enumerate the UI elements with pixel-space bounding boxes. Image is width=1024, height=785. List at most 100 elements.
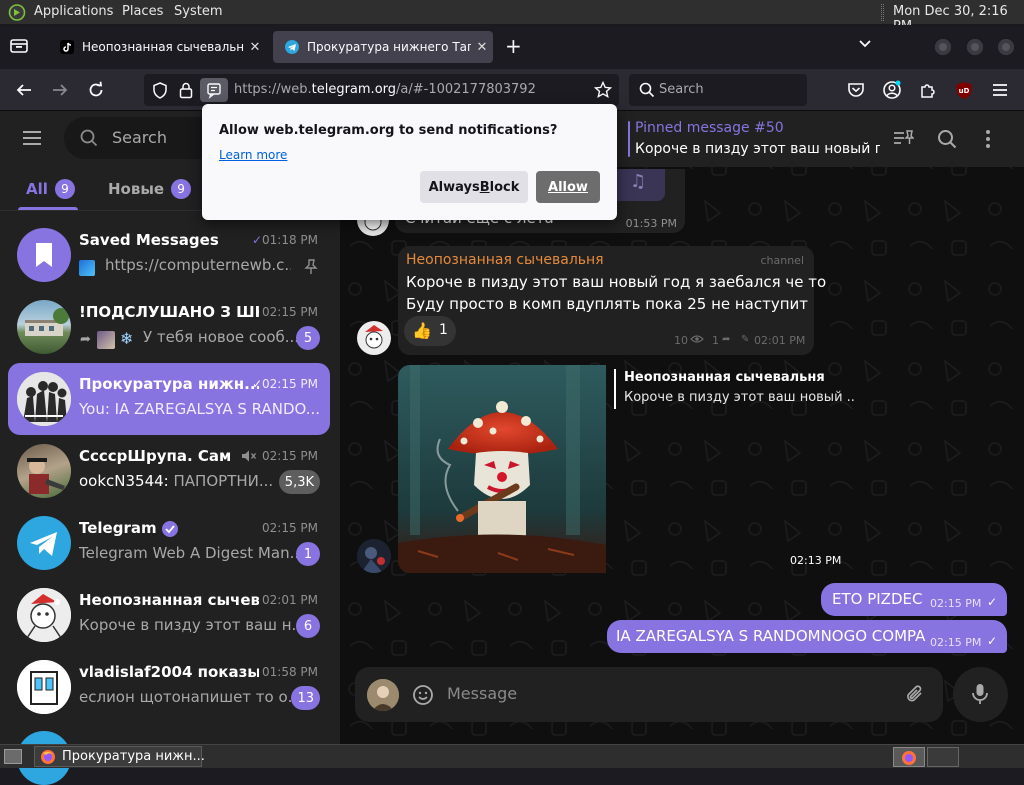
unread-badge: 1 <box>296 542 320 566</box>
message-text: IA ZAREGALSYA S RANDOMNOGO COMPA <box>616 627 926 645</box>
url-bar[interactable]: https://web.telegram.org/a/#-10021778037… <box>144 74 619 106</box>
search-placeholder: Search <box>112 128 167 147</box>
ublock-origin-icon[interactable]: uD <box>952 78 976 102</box>
chat-time: 02:15 PM <box>262 305 318 319</box>
main-menu-icon[interactable] <box>22 130 42 146</box>
more-options-icon[interactable] <box>985 129 991 149</box>
telegram-icon <box>285 40 299 54</box>
author-pen-icon: ✎ <box>741 334 750 345</box>
lock-icon[interactable] <box>179 82 193 99</box>
forward-arrow-icon[interactable] <box>48 78 72 102</box>
account-icon[interactable] <box>880 78 904 102</box>
close-tab-icon[interactable]: ✕ <box>244 40 266 55</box>
chat-name: !ПОДСЛУШАНО З ШК... <box>79 303 259 321</box>
tab-neopoznannaya[interactable]: Неопознанная сычевальня ✕ <box>48 31 266 63</box>
back-arrow-icon[interactable] <box>12 78 36 102</box>
block-label-pre: Always <box>428 179 480 195</box>
folder-tab-label: All <box>26 180 48 198</box>
search-bar[interactable]: Search <box>629 74 807 106</box>
outgoing-message[interactable]: IA ZAREGALSYA S RANDOMNOGO COMPA 02:15 P… <box>607 620 1007 653</box>
chat-preview: У тебя новое сооб... <box>143 328 300 346</box>
chat-row-telegram[interactable]: Telegram 02:15 PM Telegram Web A Digest … <box>8 507 330 579</box>
amanita-clown-image[interactable] <box>398 365 606 573</box>
chat-name: СсссрШрупа. Сам... <box>79 447 231 465</box>
preview-text: ПАПОРТНИ... <box>168 472 274 490</box>
extensions-puzzle-icon[interactable] <box>916 78 940 102</box>
image-reply-bubble[interactable]: Неопознанная сычевальня Короче в пизду э… <box>606 365 858 423</box>
firefox-view-icon[interactable] <box>9 37 29 55</box>
verified-badge-icon <box>161 520 179 538</box>
system-menu[interactable]: System <box>174 4 222 19</box>
search-icon <box>80 129 98 147</box>
folder-count-badge: 9 <box>171 179 192 199</box>
chat-row-prokuratura[interactable]: Прокуратура нижн... ✓ 02:15 PM You: IA Z… <box>8 363 330 435</box>
pinned-message-bar[interactable]: Pinned message #50 Короче в пизду этот в… <box>635 120 880 160</box>
forwarded-message-bubble[interactable]: Неопознанная сычевальня channel Короче в… <box>398 246 826 355</box>
music-note-icon: ♫ <box>630 171 647 192</box>
read-check-icon: ✓ <box>252 233 263 247</box>
chat-preview: Telegram Web A Digest Man... <box>79 544 301 562</box>
chat-row-vladislaf[interactable]: vladislaf2004 показыв... 01:58 PM еслион… <box>8 651 330 723</box>
search-placeholder: Search <box>659 82 704 97</box>
learn-more-link[interactable]: Learn more <box>219 148 287 162</box>
search-icon <box>639 82 655 98</box>
notification-permission-icon[interactable] <box>200 78 228 102</box>
applications-logo-icon[interactable] <box>8 4 26 21</box>
list-all-tabs-icon[interactable] <box>858 39 872 49</box>
voice-record-button[interactable] <box>953 667 1008 722</box>
close-window-icon[interactable] <box>998 39 1014 55</box>
message-composer[interactable]: Message <box>355 667 943 722</box>
search-icon[interactable] <box>937 129 957 149</box>
close-tab-icon[interactable]: ✕ <box>471 40 493 55</box>
forward-icon: ➦ <box>722 334 731 345</box>
message-line-1: Короче в пизду этот ваш новый год я заеб… <box>406 273 827 291</box>
reload-icon[interactable] <box>84 78 108 102</box>
chat-row-sssrshrupa[interactable]: СсссрШрупа. Сам... 02:15 PM ookcN3544: П… <box>8 435 330 507</box>
attach-paperclip-icon[interactable] <box>905 683 925 705</box>
reaction-pill[interactable]: 👍 1 <box>404 316 456 346</box>
new-tab-icon[interactable]: + <box>505 36 522 56</box>
hamburger-menu-icon[interactable] <box>988 78 1012 102</box>
reply-sender: Неопознанная сычевальня <box>624 370 825 385</box>
tab-title: Неопознанная сычевальня <box>82 40 244 54</box>
taskbar-window-title: Прокуратура нижн... <box>62 749 205 764</box>
folder-tab-label: Новые <box>108 180 165 198</box>
folder-count-badge: 9 <box>54 179 75 199</box>
message-time: 01:53 PM <box>625 217 677 230</box>
unread-badge: 13 <box>291 686 320 710</box>
places-menu[interactable]: Places <box>122 4 163 19</box>
workspace-switcher[interactable] <box>893 747 925 767</box>
outgoing-message[interactable]: ETO PIZDEC 02:15 PM ✓ <box>821 583 1007 616</box>
show-desktop-icon[interactable] <box>4 749 22 764</box>
chat-row-podslushano[interactable]: !ПОДСЛУШАНО З ШК... 02:15 PM ➦ ❄ У тебя … <box>8 291 330 363</box>
maximize-window-icon[interactable] <box>967 39 983 55</box>
always-block-button[interactable]: Always Block <box>420 171 528 203</box>
chat-row-saved-messages[interactable]: Saved Messages ✓ 01:18 PM https://comput… <box>8 219 330 291</box>
microphone-icon <box>972 684 988 704</box>
minimize-window-icon[interactable] <box>935 39 951 55</box>
unread-badge: 6 <box>296 614 320 638</box>
applications-menu[interactable]: Applications <box>34 4 113 19</box>
chat-row-neopoznannaya[interactable]: Неопознанная сычев... 02:01 PM Короче в … <box>8 579 330 651</box>
folder-tab-all[interactable]: All 9 <box>26 177 75 201</box>
reaction-count: 1 <box>439 322 448 338</box>
emoji-smile-icon[interactable] <box>412 684 434 706</box>
pinned-bar-line <box>628 121 630 157</box>
bookmark-star-icon[interactable] <box>594 81 612 99</box>
vladislaf-avatar <box>17 660 71 714</box>
tab-prokuratura[interactable]: Прокуратура нижнего Тагила ✕ <box>273 31 493 63</box>
block-label-accesskey: B <box>479 179 490 195</box>
tracking-shield-icon[interactable] <box>152 82 168 99</box>
read-check-icon: ✓ <box>252 377 263 391</box>
taskbar-window-button[interactable]: Прокуратура нижн... <box>34 746 205 767</box>
send-as-avatar[interactable] <box>367 679 399 711</box>
allow-button[interactable]: Allow <box>536 171 600 203</box>
chat-name: vladislaf2004 показыв... <box>79 663 259 681</box>
top-panel: Applications Places System Mon Dec 30, 2… <box>0 0 1024 34</box>
chat-time: 02:15 PM <box>262 521 318 535</box>
pocket-icon[interactable] <box>844 78 868 102</box>
folder-tab-new[interactable]: Новые 9 <box>108 177 192 201</box>
snowflake-icon: ❄ <box>120 329 134 348</box>
pinned-list-icon[interactable] <box>892 128 914 150</box>
workspace-2[interactable] <box>927 747 959 767</box>
